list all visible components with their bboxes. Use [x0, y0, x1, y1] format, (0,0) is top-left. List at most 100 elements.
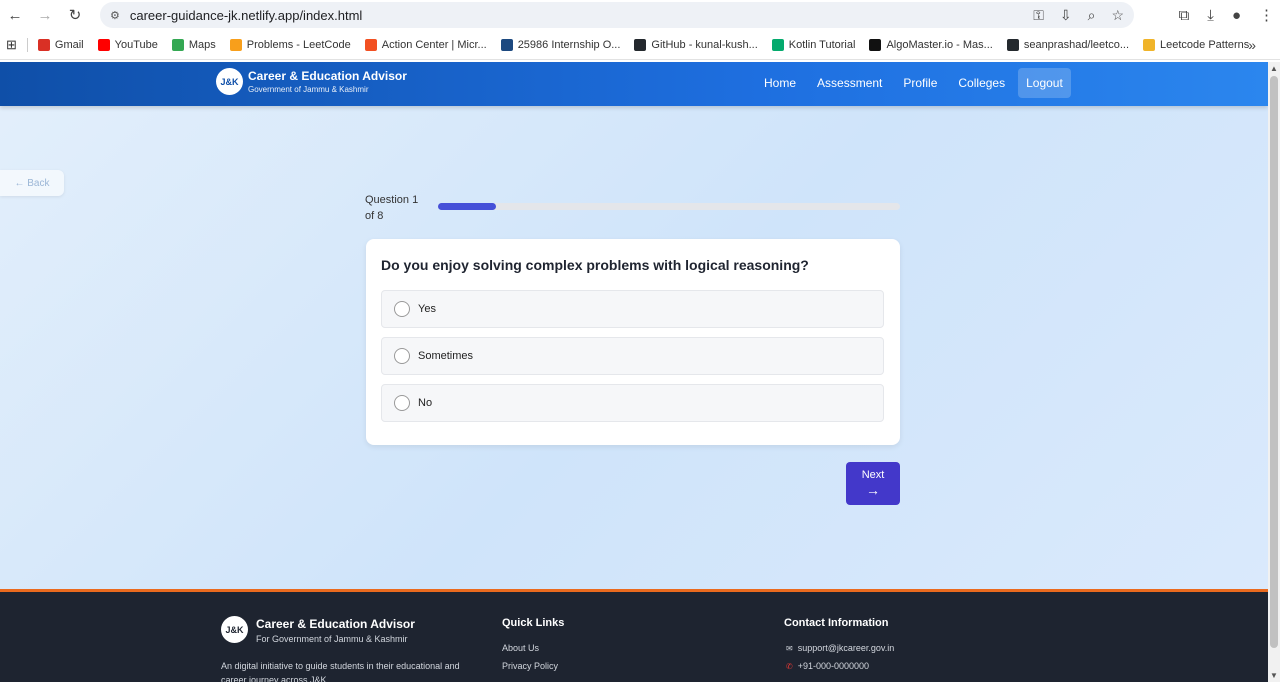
bookmark-star-icon[interactable]: ☆ [1111, 7, 1124, 24]
leetcode-patterns-icon [1143, 38, 1156, 51]
bookmark-label: seanprashad/leetco... [1023, 38, 1130, 51]
main-nav: Home Assessment Profile Colleges Logout [756, 68, 1076, 98]
progress-bar-fill [438, 203, 496, 210]
nav-profile[interactable]: Profile [895, 68, 945, 98]
extensions-icon[interactable]: ⧉ [1179, 7, 1190, 24]
leetcode-icon [229, 38, 242, 51]
more-bookmarks-icon[interactable]: » [1248, 37, 1256, 53]
footer-subtitle: For Government of Jammu & Kashmir [256, 634, 408, 644]
github-icon [634, 38, 647, 51]
arrow-right-icon: → [866, 482, 880, 498]
url-text: career-guidance-jk.netlify.app/index.htm… [129, 7, 363, 23]
brand: Career & Education Advisor Government of… [248, 69, 407, 94]
bookmark-item[interactable]: Leetcode Patterns [1143, 38, 1250, 51]
scroll-up-icon[interactable]: ▲ [1270, 64, 1278, 73]
bookmark-item[interactable]: seanprashad/leetco... [1006, 38, 1130, 51]
scroll-down-icon[interactable]: ▼ [1270, 671, 1278, 680]
bookmark-label: Maps [188, 38, 216, 51]
bookmark-label: AlgoMaster.io - Mas... [886, 38, 993, 51]
bookmark-label: Problems - LeetCode [246, 38, 351, 51]
contact-phone[interactable]: ✆ +91-000-0000000 [786, 661, 869, 671]
bookmark-item[interactable]: Kotlin Tutorial [771, 38, 856, 51]
back-button[interactable]: ← Back [0, 170, 64, 196]
next-button[interactable]: Next → [846, 462, 900, 505]
bookmark-label: Gmail [54, 38, 84, 51]
site-info-icon[interactable]: ⚙ [110, 9, 120, 22]
bookmark-item[interactable]: Action Center | Micr... [364, 38, 487, 51]
radio-button[interactable] [394, 301, 410, 317]
apps-grid-icon[interactable]: ⊞ [6, 37, 17, 53]
bookmark-item[interactable]: GitHub - kunal-kush... [634, 38, 758, 51]
radio-button[interactable] [394, 395, 410, 411]
option-label: Sometimes [418, 350, 474, 362]
brand-title: Career & Education Advisor [248, 69, 407, 83]
install-app-icon[interactable]: ⇩ [1060, 7, 1072, 24]
option-label: No [418, 397, 433, 409]
unstop-icon [500, 38, 513, 51]
site-footer: J&K Career & Education Advisor For Gover… [0, 589, 1268, 682]
logout-button[interactable]: Logout [1018, 68, 1071, 98]
back-arrow-icon[interactable]: ← [0, 0, 30, 30]
maps-icon [171, 38, 184, 51]
question-card: Do you enjoy solving complex problems wi… [366, 239, 900, 445]
page-viewport: J&K Career & Education Advisor Governmen… [0, 62, 1268, 682]
footer-title: Career & Education Advisor [256, 617, 415, 631]
phone-text: +91-000-0000000 [797, 661, 870, 671]
quick-links-title: Quick Links [502, 617, 565, 629]
microsoft-icon [364, 38, 377, 51]
progress-bar [438, 203, 900, 210]
github-icon [1006, 38, 1019, 51]
password-key-icon[interactable]: ⚿ [1033, 7, 1044, 24]
w3schools-icon [771, 38, 784, 51]
question-text: Do you enjoy solving complex problems wi… [381, 257, 809, 273]
address-bar[interactable]: ⚙ career-guidance-jk.netlify.app/index.h… [100, 2, 1134, 28]
youtube-icon [97, 38, 110, 51]
bookmark-item[interactable]: Gmail [37, 38, 84, 51]
link-about-us[interactable]: About Us [502, 643, 539, 653]
radio-button[interactable] [394, 348, 410, 364]
nav-colleges[interactable]: Colleges [950, 68, 1013, 98]
footer-logo: J&K [221, 616, 248, 643]
forward-arrow-icon[interactable]: → [30, 0, 60, 30]
bookmark-item[interactable]: Problems - LeetCode [229, 38, 351, 51]
bookmark-label: 25986 Internship O... [517, 38, 621, 51]
scrollbar-thumb[interactable] [1270, 76, 1278, 648]
bookmark-item[interactable]: AlgoMaster.io - Mas... [869, 38, 993, 51]
algomaster-icon [869, 38, 882, 51]
bookmark-item[interactable]: 25986 Internship O... [500, 38, 621, 51]
profile-avatar-icon[interactable]: ● [1232, 7, 1241, 24]
option-yes[interactable]: Yes [381, 290, 884, 328]
menu-kebab-icon[interactable]: ⋮ [1259, 6, 1274, 24]
email-icon: ✉ [786, 643, 793, 653]
contact-email[interactable]: ✉ support@jkcareer.gov.in [786, 643, 894, 653]
brand-subtitle: Government of Jammu & Kashmir [248, 85, 369, 94]
question-progress-label: Question 1 of 8 [365, 194, 419, 222]
logo[interactable]: J&K [216, 68, 243, 95]
bookmark-item[interactable]: YouTube [97, 38, 158, 51]
page-scrollbar[interactable]: ▲ ▼ [1268, 62, 1280, 682]
downloads-icon[interactable]: ⤓ [1207, 7, 1214, 24]
bookmark-label: YouTube [114, 38, 158, 51]
reload-icon[interactable]: ↻ [60, 0, 90, 30]
link-privacy-policy[interactable]: Privacy Policy [502, 661, 558, 671]
footer-description: An digital initiative to guide students … [221, 661, 460, 682]
bookmark-label: Leetcode Patterns [1160, 38, 1250, 51]
gmail-icon [37, 38, 50, 51]
option-sometimes[interactable]: Sometimes [381, 337, 884, 375]
app-header: J&K Career & Education Advisor Governmen… [0, 62, 1268, 106]
browser-toolbar: ← → ↻ ⚙ career-guidance-jk.netlify.app/i… [0, 0, 1280, 30]
email-text: support@jkcareer.gov.in [797, 643, 895, 653]
next-label: Next [861, 469, 885, 481]
phone-icon: ✆ [786, 661, 793, 671]
nav-assessment[interactable]: Assessment [809, 68, 890, 98]
bookmarks-bar: ⊞ Gmail YouTube Maps Problems - LeetCode Act… [0, 30, 1280, 60]
option-label: Yes [418, 303, 436, 315]
bookmark-label: GitHub - kunal-kush... [651, 38, 758, 51]
contact-title: Contact Information [784, 617, 889, 629]
nav-home[interactable]: Home [756, 68, 804, 98]
option-no[interactable]: No [381, 384, 884, 422]
bookmark-item[interactable]: Maps [171, 38, 216, 51]
bookmark-label: Kotlin Tutorial [788, 38, 856, 51]
zoom-icon[interactable]: ⌕ [1088, 7, 1096, 24]
bookmark-label: Action Center | Micr... [381, 38, 487, 51]
